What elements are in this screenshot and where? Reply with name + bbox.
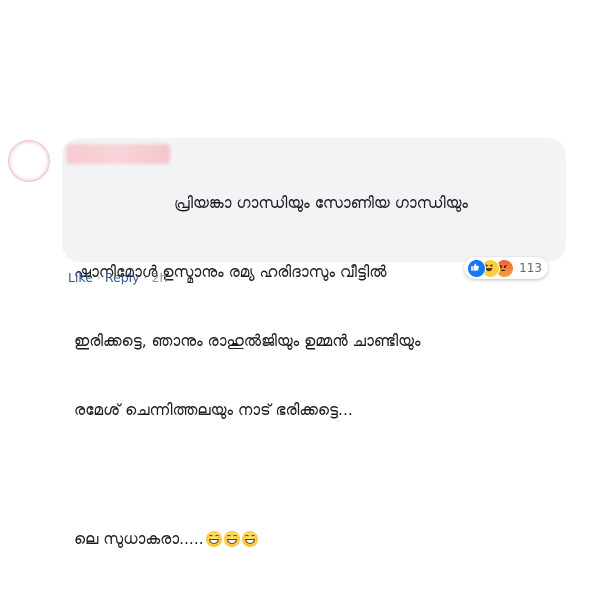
avatar[interactable] (8, 140, 50, 182)
comment-actions: Like · Reply · 2h (68, 270, 167, 285)
grinning-emoji-group (205, 531, 260, 554)
comment-closing-text: ലെ സുധാകരാ..... (74, 530, 204, 548)
reactions-summary[interactable]: 113 (464, 257, 548, 279)
comment-bubble: പ്രിയങ്കാ ഗാന്ധിയും സോണിയ ഗാന്ധിയും ഷാനി… (62, 138, 566, 548)
like-link[interactable]: Like (68, 270, 93, 285)
reply-link[interactable]: Reply (105, 270, 140, 285)
reaction-count: 113 (519, 261, 542, 275)
comment-line: രമേശ് ചെന്നിത്തലയും നാട് ഭരിക്കട്ടെ... (74, 401, 353, 419)
separator-dot: · (143, 270, 148, 285)
grinning-face-icon (205, 531, 222, 547)
comment-line: ഇരിക്കട്ടെ, ഞാനും രാഹുൽജിയും ഉമ്മൻ ചാണ്ട… (74, 332, 421, 350)
comment: പ്രിയങ്കാ ഗാന്ധിയും സോണിയ ഗാന്ധിയും ഷാനി… (8, 138, 588, 548)
grinning-face-icon (241, 531, 258, 547)
comment-line: പ്രിയങ്കാ ഗാന്ധിയും സോണിയ ഗാന്ധിയും (174, 194, 468, 212)
timestamp[interactable]: 2h (152, 270, 168, 285)
comment-closing-line: ലെ സുധാകരാ..... (74, 528, 562, 554)
separator-dot: · (96, 270, 101, 285)
grinning-face-icon (223, 531, 240, 547)
like-reaction-icon (467, 258, 487, 278)
comment-text: പ്രിയങ്കാ ഗാന്ധിയും സോണിയ ഗാന്ധിയും ഷാനി… (74, 146, 562, 600)
